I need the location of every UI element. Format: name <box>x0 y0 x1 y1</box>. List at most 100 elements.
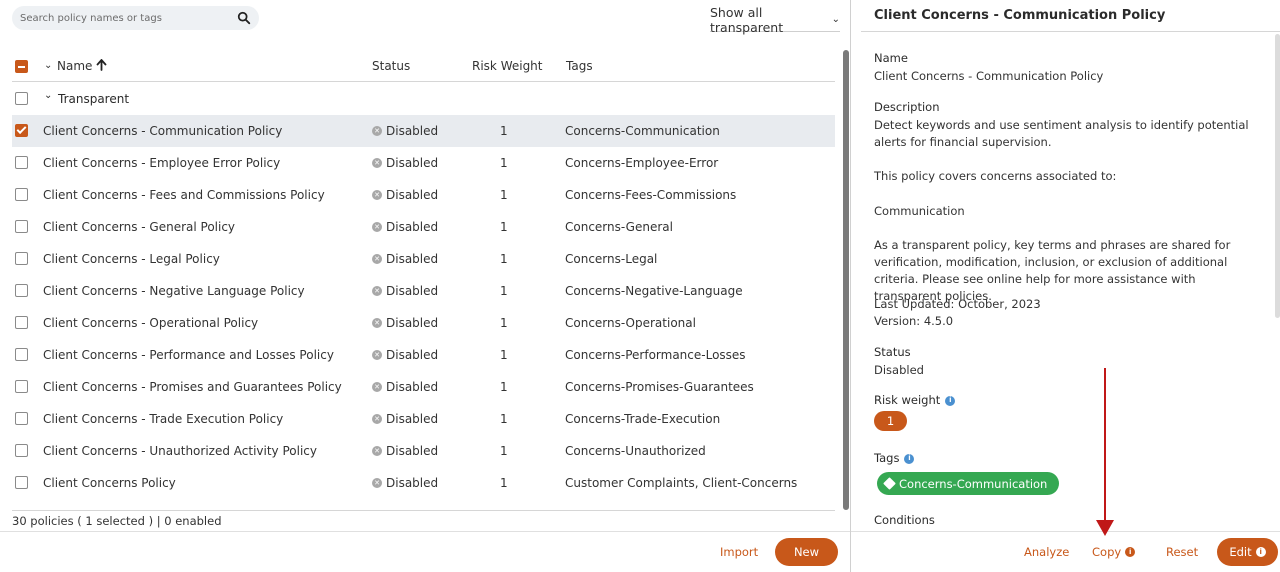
table-row[interactable]: Client Concerns - Operational Policy ✕ Dis… <box>12 307 835 339</box>
description-text-1: Detect keywords and use sentiment analys… <box>874 118 1249 149</box>
disabled-icon: ✕ <box>372 158 382 168</box>
status-value: Disabled <box>874 363 924 377</box>
tags-label: Tags <box>874 451 900 465</box>
policy-list-panel: Show all transparent ⌄ ⌄ Name Status Ris… <box>0 0 850 572</box>
annotation-arrow-shaft <box>1104 368 1106 526</box>
selection-summary: 30 policies ( 1 selected ) | 0 enabled <box>12 514 222 528</box>
policy-status: ✕ Disabled <box>372 444 438 458</box>
policy-tags: Concerns-Employee-Error <box>565 156 719 170</box>
column-header-risk-weight[interactable]: Risk Weight <box>472 59 543 73</box>
new-button[interactable]: New <box>775 538 838 566</box>
policy-table-body: Client Concerns - Communication Policy ✕ D… <box>12 115 835 499</box>
policy-name: Client Concerns - Fees and Commissions P… <box>43 188 325 202</box>
row-checkbox[interactable] <box>15 220 28 233</box>
row-checkbox[interactable] <box>15 124 28 137</box>
column-header-name[interactable]: Name <box>57 59 107 73</box>
select-all-checkbox[interactable] <box>15 60 28 73</box>
conditions-label: Conditions <box>874 513 935 527</box>
name-label: Name <box>874 51 908 65</box>
info-icon[interactable]: i <box>945 395 956 406</box>
policy-name: Client Concerns - Legal Policy <box>43 252 220 266</box>
policy-tags: Concerns-Negative-Language <box>565 284 743 298</box>
table-row[interactable]: Client Concerns - Legal Policy ✕ Disabled 1… <box>12 243 835 275</box>
policy-risk-weight: 1 <box>500 316 508 330</box>
disabled-icon: ✕ <box>372 318 382 328</box>
row-checkbox[interactable] <box>15 284 28 297</box>
group-row-transparent[interactable]: ⌄ Transparent <box>12 84 835 114</box>
row-checkbox[interactable] <box>15 156 28 169</box>
policy-tags: Concerns-Operational <box>565 316 696 330</box>
table-row[interactable]: Client Concerns Policy ✕ Disabled 1 Customer… <box>12 467 835 499</box>
table-row[interactable]: Client Concerns - Performance and Losses… <box>12 339 835 371</box>
row-checkbox[interactable] <box>15 476 28 489</box>
policy-risk-weight: 1 <box>500 252 508 266</box>
group-label: Transparent <box>58 92 130 106</box>
policy-status: ✕ Disabled <box>372 412 438 426</box>
policy-status: ✕ Disabled <box>372 156 438 170</box>
disabled-icon: ✕ <box>372 286 382 296</box>
table-header: ⌄ Name Status Risk Weight Tags <box>12 54 835 82</box>
table-row[interactable]: Client Concerns - Unauthorized Activity … <box>12 435 835 467</box>
chevron-down-icon[interactable]: ⌄ <box>44 90 52 101</box>
collapse-chevron-icon[interactable]: ⌄ <box>44 60 52 71</box>
policy-manager: Show all transparent ⌄ ⌄ Name Status Ris… <box>0 0 1280 572</box>
annotation-arrow-head <box>1096 520 1114 536</box>
policy-status: ✕ Disabled <box>372 348 438 362</box>
reset-button[interactable]: Reset <box>1166 545 1198 559</box>
search-icon[interactable] <box>237 11 251 25</box>
table-row[interactable]: Client Concerns - Communication Policy ✕ D… <box>12 115 835 147</box>
detail-scrollbar[interactable] <box>1275 34 1280 318</box>
row-checkbox[interactable] <box>15 444 28 457</box>
table-row[interactable]: Client Concerns - Employee Error Policy ✕… <box>12 147 835 179</box>
policy-tags: Concerns-Trade-Execution <box>565 412 721 426</box>
column-header-tags[interactable]: Tags <box>566 59 593 73</box>
group-checkbox[interactable] <box>15 92 28 105</box>
policy-tags: Concerns-Legal <box>565 252 658 266</box>
disabled-icon: ✕ <box>372 126 382 136</box>
table-row[interactable]: Client Concerns - Promises and Guarantee… <box>12 371 835 403</box>
risk-weight-badge: 1 <box>874 411 907 431</box>
description-text-2: This policy covers concerns associated t… <box>874 169 1117 183</box>
list-scrollbar[interactable] <box>843 50 849 510</box>
row-checkbox[interactable] <box>15 316 28 329</box>
title-divider <box>861 31 1280 32</box>
search-input[interactable] <box>20 12 237 24</box>
table-row[interactable]: Client Concerns - General Policy ✕ Disable… <box>12 211 835 243</box>
policy-status: ✕ Disabled <box>372 124 438 138</box>
row-checkbox[interactable] <box>15 188 28 201</box>
risk-weight-heading: Risk weight i <box>874 392 1264 409</box>
row-checkbox[interactable] <box>15 380 28 393</box>
info-icon[interactable]: i <box>904 453 915 464</box>
row-checkbox[interactable] <box>15 348 28 361</box>
table-row[interactable]: Client Concerns - Fees and Commissions P… <box>12 179 835 211</box>
copy-button[interactable]: Copy i <box>1092 545 1136 559</box>
edit-button[interactable]: Edit i <box>1217 538 1278 566</box>
table-row[interactable]: Client Concerns - Negative Language Poli… <box>12 275 835 307</box>
disabled-icon: ✕ <box>372 382 382 392</box>
description-text-4: As a transparent policy, key terms and p… <box>874 238 1231 303</box>
tag-chip[interactable]: Concerns-Communication <box>877 472 1060 495</box>
policy-name: Client Concerns - Employee Error Policy <box>43 156 281 170</box>
policy-risk-weight: 1 <box>500 284 508 298</box>
sort-ascending-icon <box>96 59 107 71</box>
policy-risk-weight: 1 <box>500 124 508 138</box>
row-checkbox[interactable] <box>15 412 28 425</box>
list-actions: Import New <box>0 531 850 572</box>
policy-name: Client Concerns - General Policy <box>43 220 236 234</box>
policy-status: ✕ Disabled <box>372 284 438 298</box>
policy-detail-panel: Client Concerns - Communication Policy N… <box>851 0 1280 572</box>
import-button[interactable]: Import <box>720 545 758 559</box>
policy-status: ✕ Disabled <box>372 476 438 490</box>
policy-risk-weight: 1 <box>500 476 508 490</box>
policy-risk-weight: 1 <box>500 348 508 362</box>
search-box[interactable] <box>12 6 259 30</box>
column-header-status[interactable]: Status <box>372 59 410 73</box>
table-row[interactable]: Client Concerns - Trade Execution Policy… <box>12 403 835 435</box>
policy-status: ✕ Disabled <box>372 380 438 394</box>
transparent-filter-dropdown[interactable]: Show all transparent ⌄ <box>710 5 840 35</box>
row-checkbox[interactable] <box>15 252 28 265</box>
analyze-button[interactable]: Analyze <box>1024 545 1069 559</box>
name-value: Client Concerns - Communication Policy <box>874 69 1104 83</box>
policy-risk-weight: 1 <box>500 412 508 426</box>
info-icon: i <box>1255 547 1266 557</box>
